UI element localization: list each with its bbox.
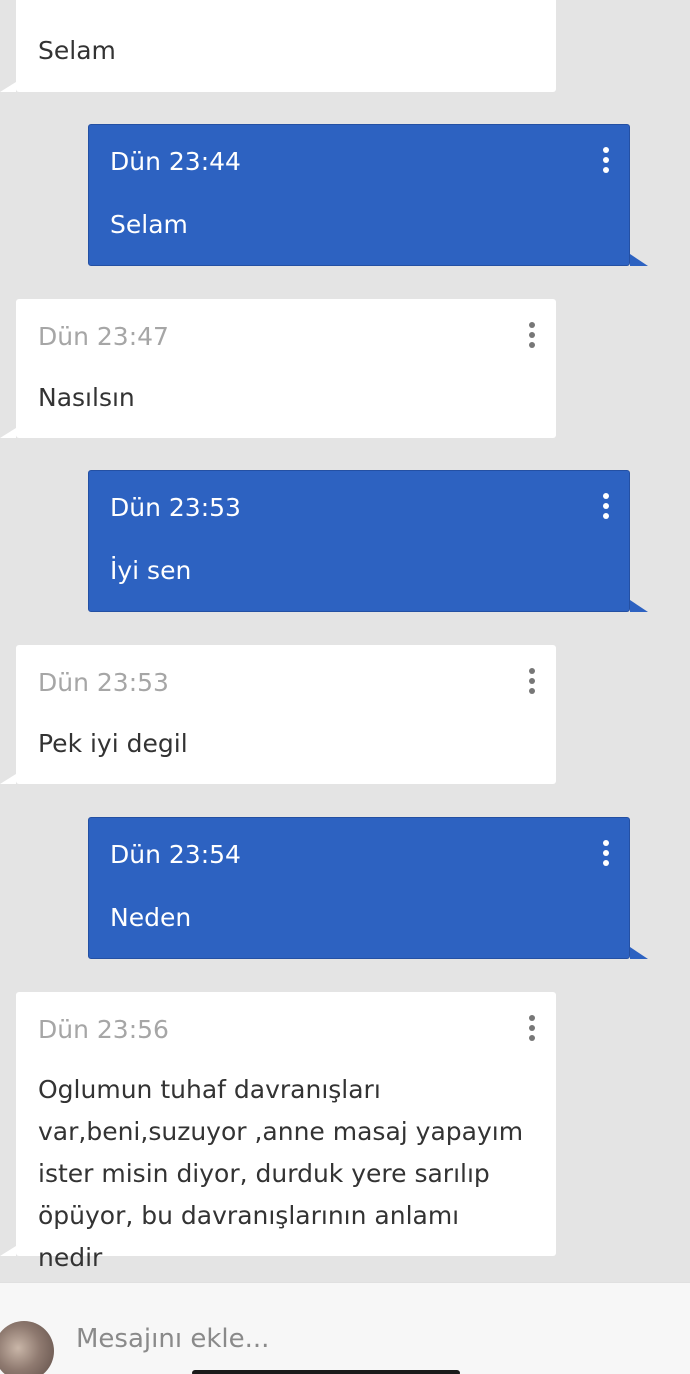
message-incoming: Dün 23:56 Oglumun tuhaf davranışları var… (0, 992, 556, 1272)
message-menu-icon[interactable] (598, 490, 614, 522)
bubble-tail (630, 254, 648, 266)
bubble-tail (630, 600, 648, 612)
bubble-tail (0, 774, 16, 784)
message-timestamp: Dün 23:53 (110, 493, 241, 522)
bubble-tail (630, 947, 648, 959)
home-indicator (192, 1370, 460, 1374)
message-menu-icon[interactable] (598, 837, 614, 869)
bubble-tail (0, 1246, 16, 1256)
message-menu-icon[interactable] (524, 1012, 540, 1044)
message-outgoing: Dün 23:54 Neden (88, 817, 648, 959)
message-menu-icon[interactable] (524, 319, 540, 351)
message-text: Selam (38, 36, 116, 65)
message-text-line: Oglumun tuhaf davranışları (38, 1075, 381, 1104)
message-text: Nasılsın (38, 383, 135, 412)
message-composer (0, 1282, 690, 1374)
message-menu-icon[interactable] (598, 144, 614, 176)
message-text-line: öpüyor, bu davranışlarının anlamı nedir (38, 1201, 460, 1272)
message-incoming: Selam (0, 0, 556, 92)
message-text: Oglumun tuhaf davranışları var,beni,suzu… (38, 1069, 526, 1279)
message-text: Selam (110, 210, 188, 239)
message-outgoing: Dün 23:53 İyi sen (88, 470, 648, 612)
message-incoming: Dün 23:47 Nasılsın (0, 299, 556, 438)
message-timestamp: Dün 23:54 (110, 840, 241, 869)
message-timestamp: Dün 23:53 (38, 668, 169, 697)
message-outgoing: Dün 23:44 Selam (88, 124, 648, 266)
message-incoming: Dün 23:53 Pek iyi degil (0, 645, 556, 784)
message-text: Neden (110, 903, 192, 932)
bubble-tail (0, 82, 16, 92)
avatar (0, 1321, 54, 1374)
message-text-line: var,beni,suzuyor ,anne masaj yapayım (38, 1117, 524, 1146)
message-text: İyi sen (110, 556, 192, 585)
message-text-line: ister misin diyor, durduk yere sarılıp (38, 1159, 490, 1188)
message-menu-icon[interactable] (524, 665, 540, 697)
bubble-tail (0, 428, 16, 438)
message-timestamp: Dün 23:44 (110, 147, 241, 176)
message-timestamp: Dün 23:56 (38, 1015, 169, 1044)
message-text: Pek iyi degil (38, 729, 188, 758)
message-timestamp: Dün 23:47 (38, 322, 169, 351)
message-input[interactable] (76, 1319, 636, 1359)
